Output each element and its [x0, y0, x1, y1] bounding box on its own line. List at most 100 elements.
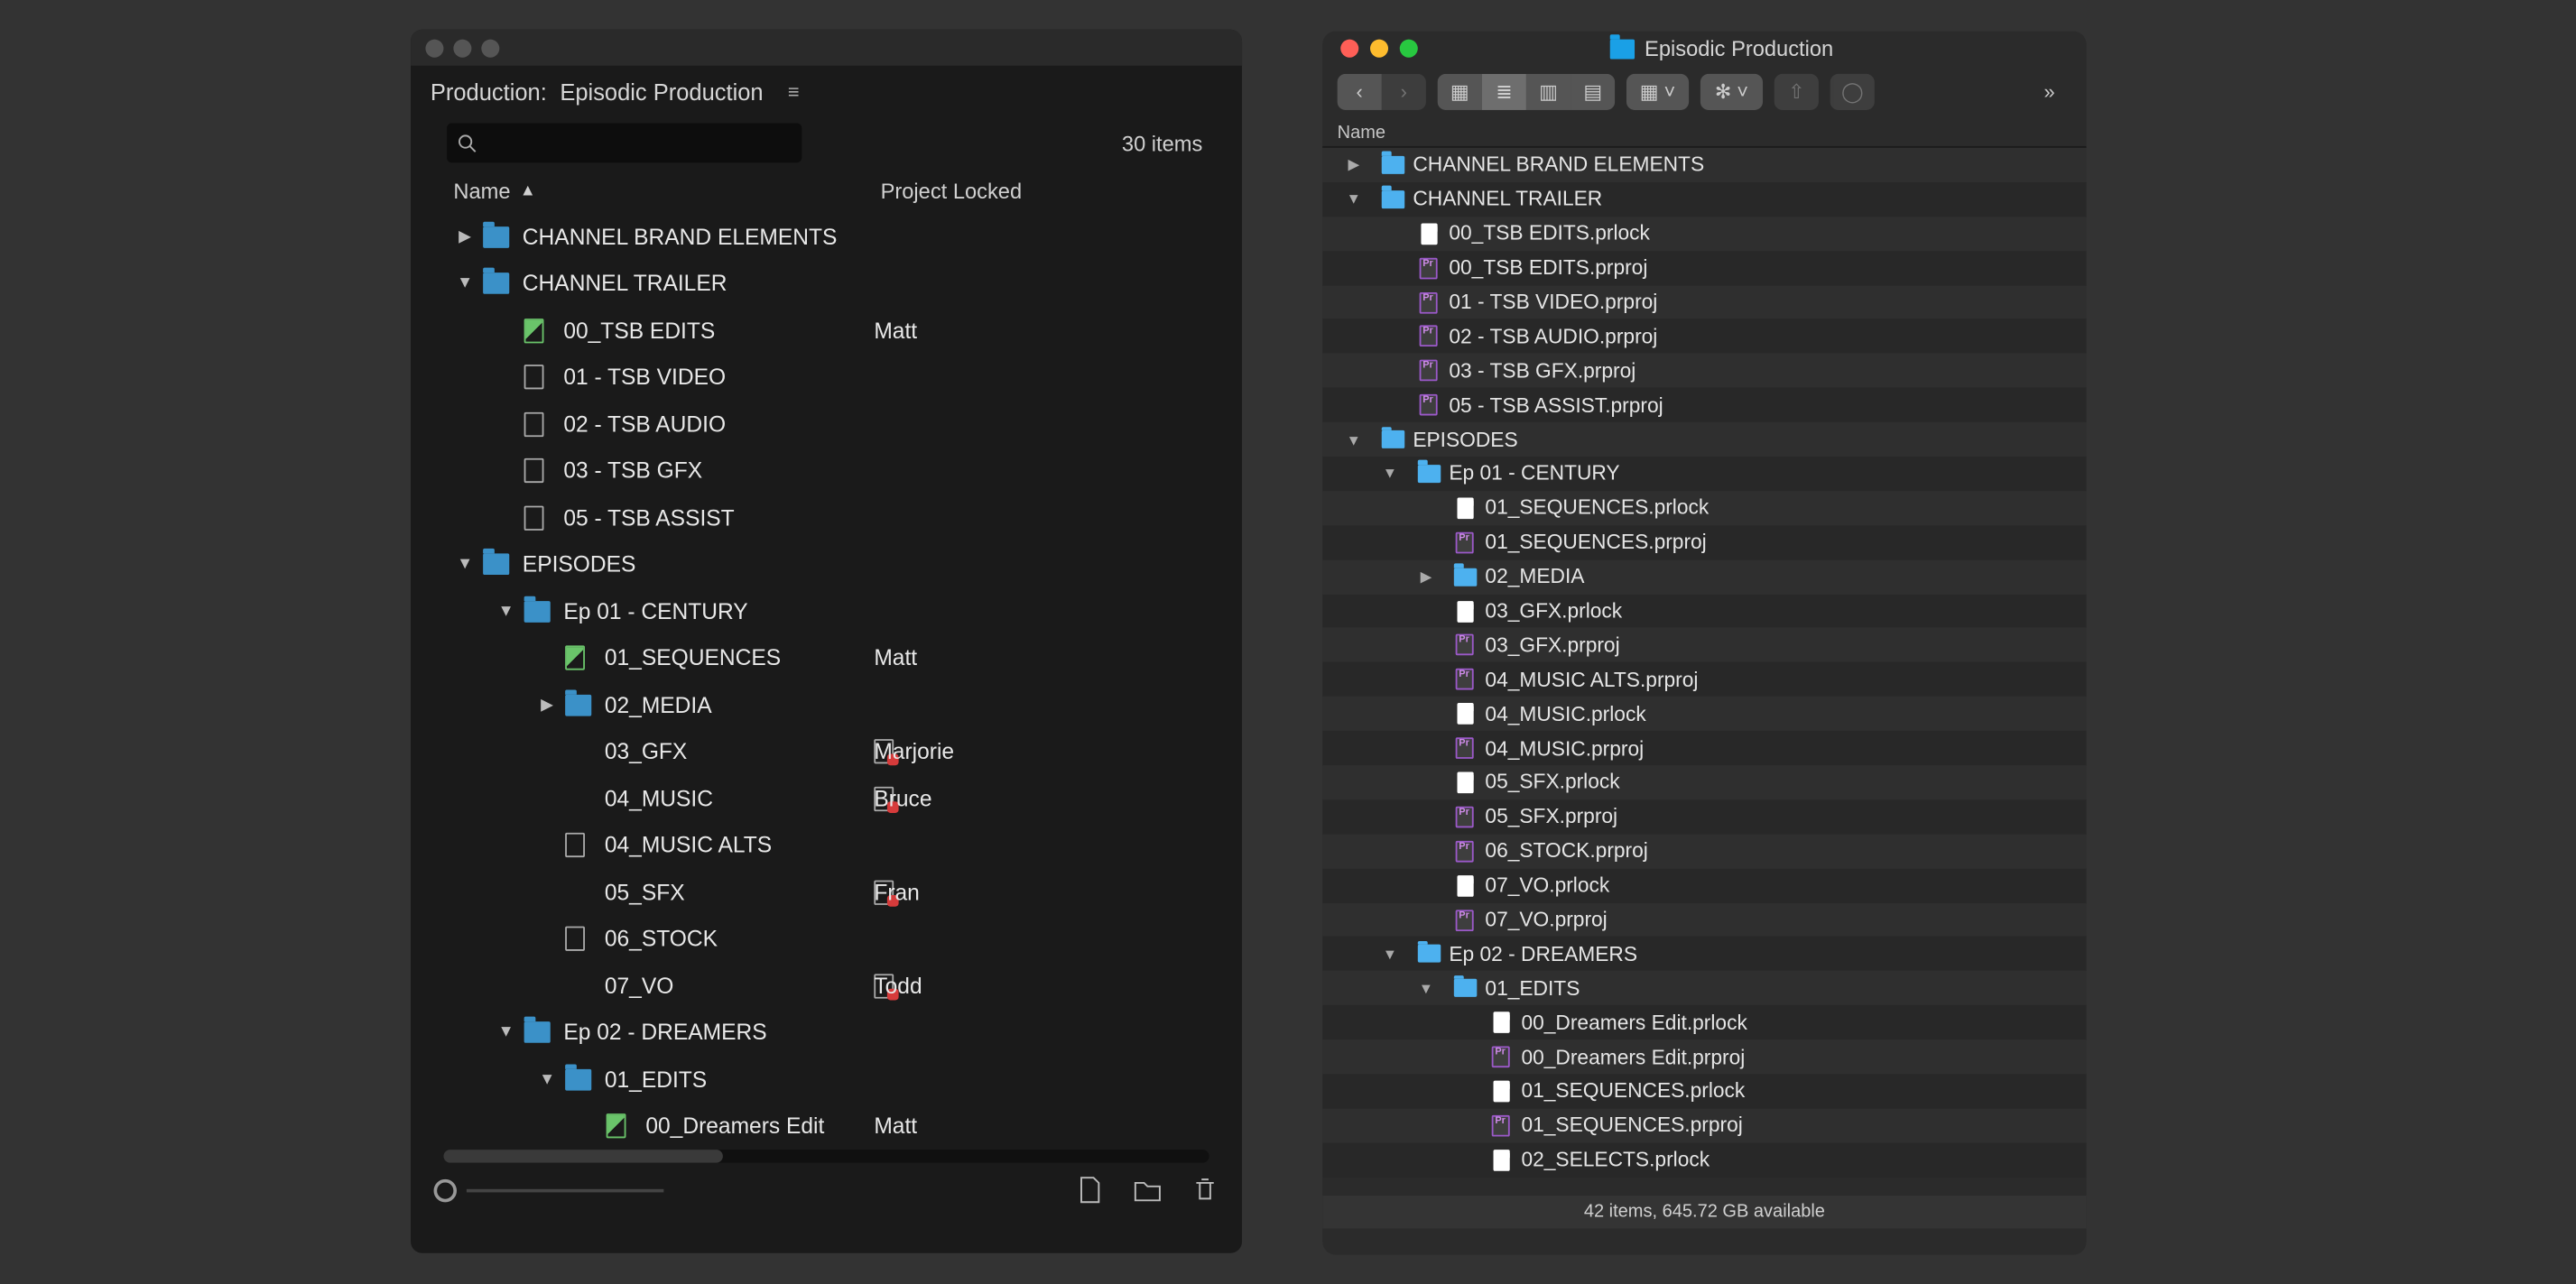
finder-row[interactable]: 02 - TSB AUDIO.prproj — [1322, 319, 2086, 354]
finder-row[interactable]: 03_GFX.prlock — [1322, 594, 2086, 628]
tree-row[interactable]: 01 - TSB VIDEO — [443, 354, 1222, 401]
finder-row[interactable]: ▶CHANNEL BRAND ELEMENTS — [1322, 148, 2086, 182]
tree-row[interactable]: ▼Ep 02 - DREAMERS — [443, 1009, 1222, 1056]
finder-row[interactable]: 00_TSB EDITS.prproj — [1322, 251, 2086, 285]
view-icon-button[interactable]: ▦ — [1438, 74, 1482, 110]
finder-row[interactable]: 01 - TSB VIDEO.prproj — [1322, 285, 2086, 319]
tree-row[interactable]: 00_TSB EDITSMatt — [443, 307, 1222, 354]
finder-row[interactable]: 03_GFX.prproj — [1322, 628, 2086, 662]
finder-row[interactable]: ▶02_MEDIA — [1322, 559, 2086, 594]
finder-row[interactable]: 05_SFX.prlock — [1322, 765, 2086, 799]
tree-row[interactable]: ▼Ep 01 - CENTURY — [443, 588, 1222, 635]
disclosure-icon[interactable]: ▼ — [498, 1023, 514, 1041]
finder-row[interactable]: ▼ EPISODES — [1322, 422, 2086, 457]
column-headers[interactable]: Name ▲ Project Locked — [411, 172, 1242, 214]
share-button[interactable]: ⇧ — [1774, 74, 1819, 110]
tree-row[interactable]: 05_SFXFran — [443, 869, 1222, 916]
disclosure-icon[interactable]: ▶ — [457, 228, 473, 246]
finder-col-name[interactable]: Name — [1322, 118, 2086, 148]
group-button[interactable]: ▦ ˅ — [1626, 74, 1689, 110]
finder-row[interactable]: 07_VO.prproj — [1322, 902, 2086, 937]
finder-row[interactable]: 04_MUSIC.prlock — [1322, 697, 2086, 731]
item-name: 05_SFX — [605, 880, 685, 904]
toolbar-overflow-button[interactable]: » — [2027, 74, 2071, 110]
locked-by: Matt — [874, 646, 917, 670]
tree-row[interactable]: 01_SEQUENCESMatt — [443, 634, 1222, 681]
finder-row[interactable]: 04_MUSIC ALTS.prproj — [1322, 662, 2086, 697]
premiere-titlebar[interactable] — [411, 30, 1242, 66]
action-button[interactable]: ✻ ˅ — [1700, 74, 1763, 110]
view-gallery-button[interactable]: ▤ — [1571, 74, 1615, 110]
tree-row[interactable]: 04_MUSICBruce — [443, 775, 1222, 822]
disclosure-icon[interactable]: ▼ — [457, 274, 473, 292]
disclosure-icon[interactable]: ▼ — [457, 556, 473, 574]
close-icon[interactable] — [1340, 40, 1358, 58]
disclosure-icon[interactable]: ▼ — [1372, 946, 1408, 962]
finder-row[interactable]: 00_Dreamers Edit.prproj — [1322, 1039, 2086, 1074]
view-column-button[interactable]: ▥ — [1526, 74, 1571, 110]
item-name: 06_STOCK — [605, 927, 718, 951]
disclosure-icon[interactable]: ▼ — [1336, 431, 1372, 448]
item-name: 02_MEDIA — [605, 693, 712, 717]
tree-row[interactable]: ▼01_EDITS — [443, 1056, 1222, 1103]
tree-row[interactable]: 03_GFXMarjorie — [443, 728, 1222, 775]
finder-row[interactable]: ▼Ep 01 - CENTURY — [1322, 457, 2086, 491]
new-item-icon[interactable] — [1076, 1176, 1104, 1204]
disclosure-icon[interactable]: ▶ — [539, 696, 555, 714]
finder-row[interactable]: ▼CHANNEL TRAILER — [1322, 182, 2086, 217]
finder-row[interactable]: 03 - TSB GFX.prproj — [1322, 354, 2086, 388]
finder-row[interactable]: 00_TSB EDITS.prlock — [1322, 217, 2086, 251]
item-name: CHANNEL TRAILER — [523, 272, 727, 296]
disclosure-icon[interactable]: ▶ — [1336, 156, 1372, 174]
zoom-slider[interactable] — [434, 1178, 664, 1201]
tree-row[interactable]: ▶ 02_MEDIA — [443, 681, 1222, 728]
nav-back-button[interactable]: ‹ — [1338, 74, 1382, 110]
file-name: 01 - TSB VIDEO.prproj — [1449, 291, 1657, 313]
tree-row[interactable]: 04_MUSIC ALTS — [443, 822, 1222, 869]
scrollbar-thumb[interactable] — [443, 1150, 722, 1163]
nav-forward-button[interactable]: › — [1382, 74, 1426, 110]
finder-row[interactable]: 07_VO.prlock — [1322, 868, 2086, 902]
tree-row[interactable]: 07_VOTodd — [443, 963, 1222, 1010]
finder-row[interactable]: 04_MUSIC.prproj — [1322, 731, 2086, 765]
finder-row[interactable]: 01_SEQUENCES.prproj — [1322, 525, 2086, 559]
finder-file-list[interactable]: ▶CHANNEL BRAND ELEMENTS▼CHANNEL TRAILER0… — [1322, 148, 2086, 1196]
tree-row[interactable]: 06_STOCK — [443, 916, 1222, 963]
tree-row[interactable]: 00_Dreamers EditMatt — [443, 1103, 1222, 1146]
finder-row[interactable]: ▼01_EDITS — [1322, 971, 2086, 1005]
disclosure-icon[interactable]: ▼ — [1336, 191, 1372, 208]
tree-row[interactable]: 03 - TSB GFX — [443, 448, 1222, 494]
finder-titlebar[interactable]: Episodic Production — [1322, 32, 2086, 66]
disclosure-icon[interactable]: ▼ — [1408, 980, 1444, 996]
finder-row[interactable]: ▼Ep 02 - DREAMERS — [1322, 937, 2086, 971]
project-tree[interactable]: ▶CHANNEL BRAND ELEMENTS ▼ CHANNEL TRAILER 0… — [443, 214, 1222, 1147]
folder-icon — [524, 1022, 554, 1044]
tree-row[interactable]: ▼EPISODES — [443, 541, 1222, 588]
panel-menu-icon[interactable]: ≡ — [788, 79, 800, 102]
finder-row[interactable]: 05_SFX.prproj — [1322, 799, 2086, 834]
finder-row[interactable]: 02_SELECTS.prlock — [1322, 1143, 2086, 1178]
horizontal-scrollbar[interactable] — [443, 1150, 1209, 1163]
search-input[interactable] — [447, 124, 802, 163]
finder-row[interactable]: 01_SEQUENCES.prlock — [1322, 1074, 2086, 1108]
item-name: 03_GFX — [605, 740, 688, 764]
finder-row[interactable]: 01_SEQUENCES.prlock — [1322, 491, 2086, 525]
view-list-button[interactable]: ≣ — [1482, 74, 1526, 110]
tree-row[interactable]: ▼ CHANNEL TRAILER — [443, 260, 1222, 307]
finder-row[interactable]: 00_Dreamers Edit.prlock — [1322, 1005, 2086, 1039]
minimize-icon[interactable] — [1370, 40, 1388, 58]
new-folder-icon[interactable] — [1134, 1176, 1162, 1204]
file-name: EPISODES — [1413, 428, 1517, 450]
disclosure-icon[interactable]: ▼ — [539, 1070, 555, 1088]
tags-button[interactable]: ◯ — [1830, 74, 1875, 110]
tree-row[interactable]: 02 - TSB AUDIO — [443, 401, 1222, 448]
finder-row[interactable]: 05 - TSB ASSIST.prproj — [1322, 388, 2086, 422]
trash-icon[interactable] — [1191, 1176, 1219, 1204]
finder-row[interactable]: 01_SEQUENCES.prproj — [1322, 1108, 2086, 1142]
disclosure-icon[interactable]: ▼ — [1372, 466, 1408, 482]
finder-row[interactable]: 06_STOCK.prproj — [1322, 834, 2086, 868]
tree-row[interactable]: ▶CHANNEL BRAND ELEMENTS — [443, 214, 1222, 261]
tree-row[interactable]: 05 - TSB ASSIST — [443, 494, 1222, 541]
disclosure-icon[interactable]: ▼ — [498, 603, 514, 621]
disclosure-icon[interactable]: ▶ — [1408, 568, 1444, 586]
